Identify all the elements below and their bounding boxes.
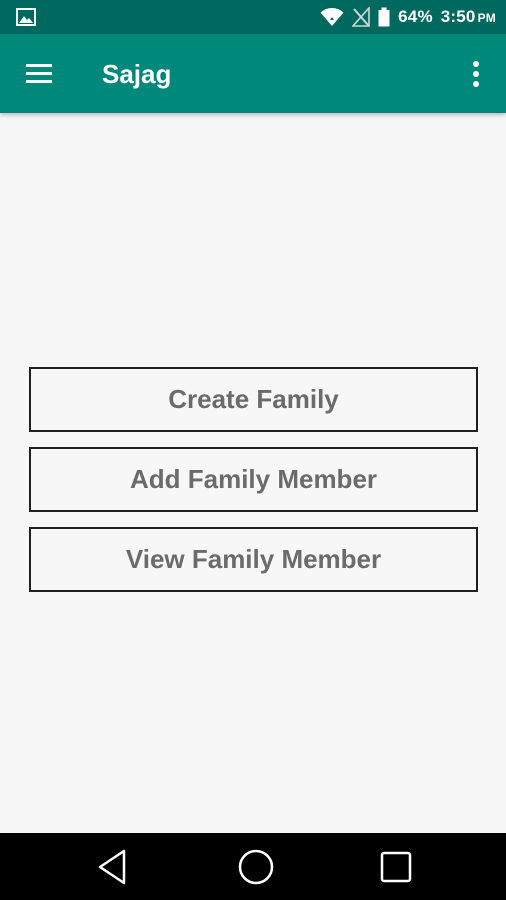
app-title: Sajag [102, 59, 172, 89]
clock-time: 3:50 [440, 7, 476, 26]
battery-icon [378, 7, 390, 27]
no-signal-icon [352, 7, 370, 27]
clock: 3:50 PM [441, 7, 496, 27]
add-family-member-button[interactable]: Add Family Member [29, 447, 478, 512]
status-bar: 64% 3:50 PM [0, 0, 506, 34]
recents-square-icon[interactable] [376, 847, 416, 887]
view-family-member-button[interactable]: View Family Member [29, 527, 478, 592]
wifi-icon [320, 8, 344, 26]
main-content: Create Family Add Family Member View Fam… [0, 113, 506, 833]
more-vert-icon[interactable] [464, 56, 488, 92]
status-right-group: 64% 3:50 PM [320, 0, 496, 34]
battery-percent: 64% [398, 7, 433, 26]
app-bar: Sajag [0, 34, 506, 113]
create-family-button[interactable]: Create Family [29, 367, 478, 432]
hamburger-menu-icon[interactable] [24, 60, 56, 88]
clock-ampm: PM [477, 11, 496, 25]
back-triangle-icon[interactable] [93, 847, 133, 887]
image-notification-icon [16, 8, 36, 26]
system-navigation-bar [0, 833, 506, 900]
home-circle-icon[interactable] [236, 847, 276, 887]
